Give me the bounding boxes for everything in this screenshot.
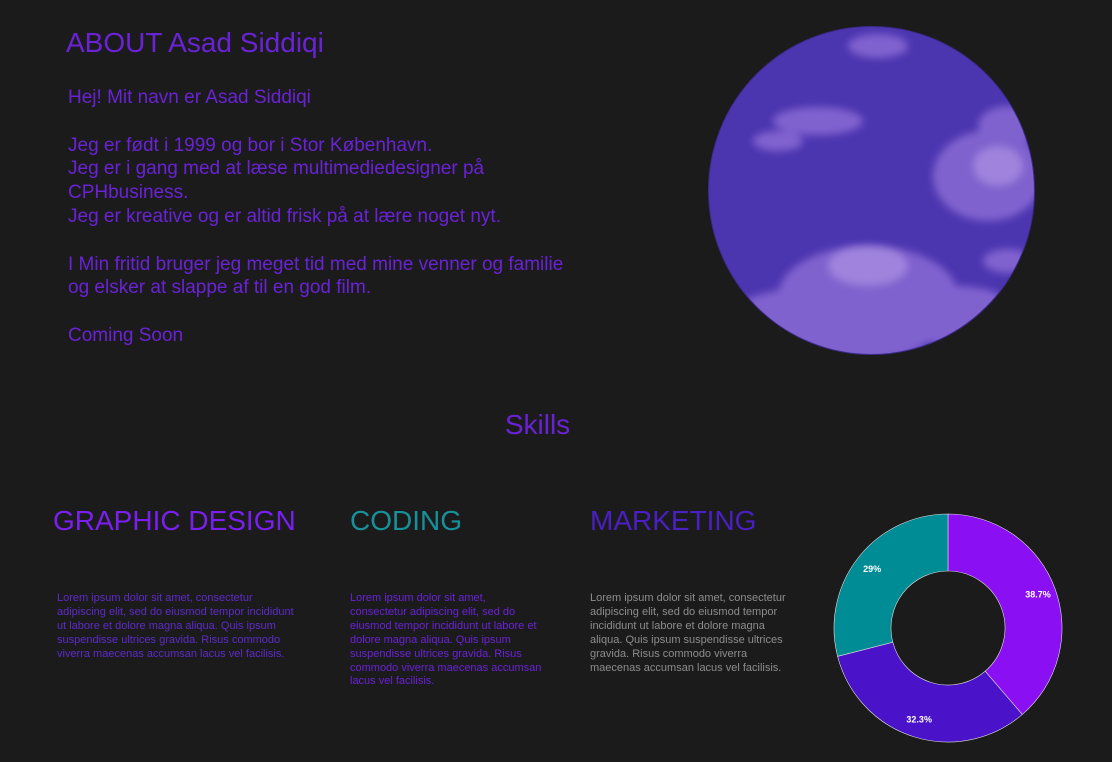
bio-paragraph: Jeg er født i 1999 og bor i Stor Københa… [68, 134, 568, 229]
donut-slice [837, 641, 1023, 743]
donut-slice-label: 38.7% [1025, 590, 1051, 600]
skill-graphic-design: GRAPHIC DESIGN Lorem ipsum dolor sit ame… [53, 505, 296, 660]
bio-line-study: Jeg er i gang med at læse multimediedesi… [68, 158, 485, 204]
skill-heading: CODING [350, 505, 462, 536]
about-text: Hej! Mit navn er Asad Siddiqi Jeg er fød… [68, 86, 568, 372]
profile-sky-image [708, 26, 1035, 355]
skills-donut-chart: 38.7% 32.3% 29% [833, 513, 1063, 743]
bio-line-creative: Jeg er kreative og er altid frisk på at … [68, 205, 501, 227]
donut-slice [833, 513, 949, 657]
skill-coding: CODING Lorem ipsum dolor sit amet, conse… [350, 505, 541, 687]
freetime-text: I Min fritid bruger jeg meget tid med mi… [68, 253, 564, 299]
coming-soon-text: Coming Soon [68, 324, 184, 346]
skill-description: Lorem ipsum dolor sit amet, consectetur … [590, 592, 786, 674]
donut-slice-label: 29% [863, 564, 881, 574]
skill-description: Lorem ipsum dolor sit amet, consectetur … [350, 592, 542, 688]
skill-marketing: MARKETING Lorem ipsum dolor sit amet, co… [590, 505, 786, 674]
greeting-text: Hej! Mit navn er Asad Siddiqi [68, 87, 311, 108]
bio-line-birth: Jeg er født i 1999 og bor i Stor Københa… [68, 134, 433, 156]
skill-heading: GRAPHIC DESIGN [53, 505, 296, 536]
donut-slice-label: 32.3% [906, 715, 932, 725]
about-title: ABOUT Asad Siddiqi [66, 27, 324, 58]
skill-description: Lorem ipsum dolor sit amet, consectetur … [57, 592, 294, 660]
skills-title: Skills [504, 409, 571, 440]
skill-heading: MARKETING [590, 505, 757, 536]
